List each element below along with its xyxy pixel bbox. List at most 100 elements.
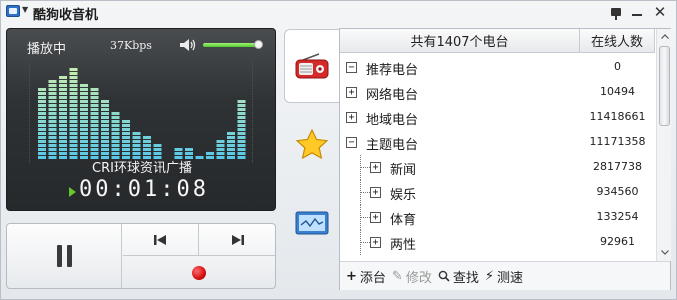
tab-favorites[interactable]: [284, 119, 339, 169]
speed-test-button[interactable]: ⚡ 测速: [485, 267, 523, 286]
spectrum-bar: [227, 144, 235, 147]
header-station-name[interactable]: 共有1407个电台: [340, 29, 580, 53]
previous-button[interactable]: [123, 224, 199, 256]
minimize-button[interactable]: [628, 3, 646, 20]
row-label: 新闻: [390, 163, 417, 178]
expand-icon[interactable]: +: [346, 87, 357, 98]
star-icon: [295, 129, 328, 159]
spectrum-bar: [111, 124, 120, 127]
spectrum-bar: [101, 128, 109, 131]
tree-row-regional[interactable]: + 地域电台 11418661: [340, 105, 655, 130]
spectrum-bar: [90, 152, 99, 155]
spectrum-bar: [122, 124, 130, 127]
add-station-button[interactable]: + 添台: [346, 267, 386, 286]
spectrum-bar: [111, 116, 120, 119]
close-button[interactable]: ✕: [651, 3, 669, 21]
pin-icon[interactable]: [607, 3, 625, 20]
tree-row-relationships[interactable]: + 两性 92961: [340, 230, 655, 255]
list-scrollbar[interactable]: [656, 29, 671, 261]
spectrum-bar: [174, 152, 183, 155]
spectrum-bar: [59, 148, 67, 151]
app-menu-icon[interactable]: [6, 5, 20, 17]
tree-row-news[interactable]: + 新闻 2817738: [340, 155, 655, 180]
tree-row-entertainment[interactable]: + 娱乐 934560: [340, 180, 655, 205]
row-label: 主题电台: [366, 138, 419, 153]
spectrum-bar: [48, 120, 57, 123]
expand-icon[interactable]: +: [370, 187, 381, 198]
spectrum-bar: [111, 140, 120, 143]
spectrum-bar: [90, 96, 99, 99]
spectrum-bar: [101, 152, 109, 155]
spectrum-bar: [122, 148, 130, 151]
spectrum-bar: [38, 96, 46, 99]
record-button[interactable]: [123, 257, 275, 288]
spectrum-bar: [80, 148, 88, 151]
spectrum-bar: [38, 144, 46, 147]
spectrum-bar: [80, 144, 88, 147]
spectrum-bar: [90, 112, 99, 115]
spectrum-bar: [59, 108, 67, 111]
spectrum-bar: [80, 104, 88, 107]
volume-knob[interactable]: [254, 40, 263, 49]
spectrum-bar: [101, 140, 109, 143]
pause-button[interactable]: [7, 224, 122, 288]
row-count: 133254: [596, 210, 639, 223]
edit-station-button[interactable]: ✎ 修改: [392, 267, 432, 286]
add-station-label: 添台: [359, 270, 386, 286]
spectrum-bar: [237, 112, 246, 115]
monitor-icon: [295, 211, 328, 235]
spectrum-bar: [80, 84, 88, 87]
spectrum-bar: [122, 120, 130, 123]
spectrum-bar: [69, 88, 78, 91]
spectrum-bar: [90, 124, 99, 127]
scroll-thumb[interactable]: [659, 46, 670, 126]
spectrum-bar: [80, 100, 88, 103]
spectrum-bar: [48, 152, 57, 155]
header-online-count[interactable]: 在线人数: [580, 29, 655, 53]
collapse-icon[interactable]: −: [346, 62, 357, 73]
pencil-icon: ✎: [391, 268, 403, 284]
spectrum-bar: [237, 128, 246, 131]
spectrum-bar: [59, 132, 67, 135]
spectrum-bar: [206, 152, 214, 155]
spectrum-bar: [59, 92, 67, 95]
bitrate: 37Kbps: [110, 39, 152, 52]
spectrum-bar: [38, 120, 46, 123]
scroll-down-button[interactable]: [657, 245, 672, 260]
play-indicator-icon: [69, 187, 76, 197]
spectrum-bar: [227, 136, 235, 139]
spectrum-bar: [48, 148, 57, 151]
tree-row-theme[interactable]: − 主题电台 11171358: [340, 130, 655, 155]
next-button[interactable]: [199, 224, 275, 256]
expand-icon[interactable]: +: [370, 162, 381, 173]
spectrum-bar: [132, 144, 141, 147]
spectrum-bar: [237, 120, 246, 123]
spectrum-bar: [59, 88, 67, 91]
radio-window: ▼ 酷狗收音机 ✕ 播放中 37Kbps CRI环球资讯广播 00:01:08: [0, 0, 677, 300]
expand-icon[interactable]: +: [370, 212, 381, 223]
spectrum-bar: [237, 144, 246, 147]
spectrum-bar: [216, 148, 225, 151]
app-menu-caret-icon[interactable]: ▼: [22, 5, 28, 14]
spectrum-bar: [59, 104, 67, 107]
volume-slider[interactable]: [203, 40, 263, 49]
spectrum-bar: [101, 100, 109, 103]
spectrum-bar: [80, 132, 88, 135]
spectrum-bar: [69, 144, 78, 147]
spectrum-bar: [237, 104, 246, 107]
tab-radio[interactable]: [284, 29, 339, 103]
collapse-icon[interactable]: −: [346, 137, 357, 148]
tree-row-sports[interactable]: + 体育 133254: [340, 205, 655, 230]
tree-row-network[interactable]: + 网络电台 10494: [340, 80, 655, 105]
tree-row-recommended[interactable]: − 推荐电台 0: [340, 55, 655, 80]
next-track-icon: [232, 234, 244, 245]
scroll-up-button[interactable]: [657, 29, 672, 44]
expand-icon[interactable]: +: [370, 237, 381, 248]
find-station-button[interactable]: 查找: [438, 267, 479, 286]
speaker-icon[interactable]: [179, 38, 197, 52]
expand-icon[interactable]: +: [346, 112, 357, 123]
tab-monitor[interactable]: [284, 199, 339, 249]
spectrum-bar: [80, 128, 88, 131]
row-count: 10494: [600, 85, 635, 98]
radio-icon: [295, 53, 329, 79]
